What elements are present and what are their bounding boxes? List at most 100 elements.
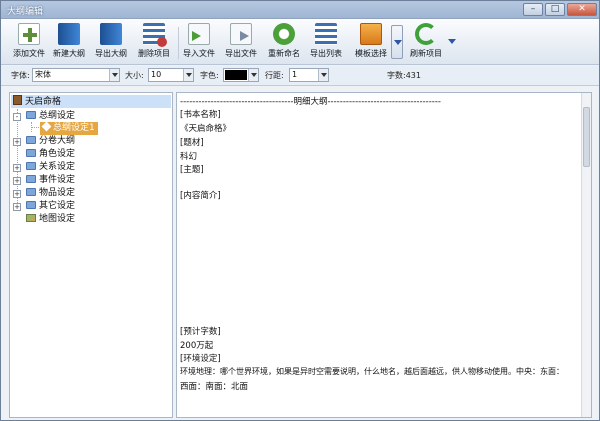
title-bar[interactable]: 大纲编辑 – □ ✕ — [1, 1, 599, 19]
refresh-icon — [415, 23, 437, 45]
refresh-dropdown-arrow[interactable] — [448, 39, 456, 44]
editor-line: [预计字数] — [180, 327, 221, 337]
folder-icon — [26, 188, 36, 196]
template-select-label: 模板选择 — [355, 49, 387, 58]
tree-expander[interactable]: + — [13, 138, 21, 146]
format-bar: 字体: 宋体 大小: 10 字色: 行距: 1 字数:431 — [1, 66, 599, 86]
export-list-label: 导出列表 — [310, 49, 342, 58]
spacing-value: 1 — [292, 70, 298, 79]
chevron-down-icon — [109, 69, 119, 81]
chevron-down-icon — [248, 69, 258, 81]
tree-expander[interactable]: + — [13, 190, 21, 198]
editor-line: 科幻 — [180, 152, 198, 162]
folder-icon — [26, 111, 36, 119]
folder-icon — [26, 162, 36, 170]
tree-item-label: 总纲设定1 — [53, 123, 95, 133]
export-file-button[interactable]: 导出文件 — [223, 22, 259, 62]
app-window: 大纲编辑 – □ ✕ 添加文件 新建大纲 导出大纲 删除项目 导入文件 导出文件 — [0, 0, 600, 421]
add-file-icon — [18, 23, 40, 45]
new-outline-button[interactable]: 新建大纲 — [51, 22, 87, 62]
map-icon — [26, 214, 36, 222]
rename-button[interactable]: 重新命名 — [266, 22, 302, 62]
outline-editor[interactable]: -------------------------------------明细大… — [176, 92, 592, 418]
color-swatch — [225, 70, 247, 80]
window-title: 大纲编辑 — [7, 7, 44, 17]
import-file-button[interactable]: 导入文件 — [181, 22, 217, 62]
tree-item-label: 物品设定 — [39, 188, 76, 198]
folder-icon — [26, 136, 36, 144]
book-export-icon — [100, 23, 122, 45]
spacing-select[interactable]: 1 — [289, 68, 329, 82]
folder-icon — [26, 175, 36, 183]
tree-root[interactable]: 天启命格 — [11, 95, 171, 108]
close-button[interactable]: ✕ — [567, 3, 597, 16]
chevron-down-icon — [318, 69, 328, 81]
editor-line: [环境设定] — [180, 354, 221, 364]
toolbar-separator — [178, 27, 179, 59]
tree-item-label: 分卷大纲 — [39, 136, 76, 146]
tree-item-label: 总纲设定 — [39, 111, 76, 121]
tree-expander[interactable]: + — [13, 177, 21, 185]
editor-line: [题材] — [180, 138, 204, 148]
editor-line: [主题] — [180, 165, 204, 175]
rename-label: 重新命名 — [268, 49, 300, 58]
tree-item-outline-settings-1[interactable]: 总纲设定1 — [40, 121, 98, 135]
scrollbar-thumb[interactable] — [583, 107, 590, 167]
tree-expander[interactable]: + — [13, 164, 21, 172]
template-icon — [360, 23, 382, 45]
spacing-label: 行距: — [265, 71, 284, 80]
folder-icon — [26, 201, 36, 209]
tree-expander[interactable]: + — [13, 203, 21, 211]
size-value: 10 — [151, 70, 162, 79]
add-file-button[interactable]: 添加文件 — [11, 22, 47, 62]
size-select[interactable]: 10 — [148, 68, 194, 82]
editor-line: -------------------------------------明细大… — [180, 97, 441, 107]
delete-item-button[interactable]: 删除项目 — [136, 22, 172, 62]
tree-item-event-settings[interactable]: 事件设定 — [26, 174, 75, 187]
chevron-down-icon — [183, 69, 193, 81]
tree-item-label: 其它设定 — [39, 201, 76, 211]
import-file-icon — [188, 23, 210, 45]
tree-item-character-settings[interactable]: 角色设定 — [26, 148, 75, 161]
tree-item-label: 地图设定 — [39, 214, 76, 224]
tree-item-other-settings[interactable]: 其它设定 — [26, 200, 75, 213]
tree-item-label: 事件设定 — [39, 175, 76, 185]
size-label: 大小: — [125, 71, 144, 80]
tree-item-label: 关系设定 — [39, 162, 76, 172]
editor-line: [书本名称] — [180, 110, 221, 120]
toolbar: 添加文件 新建大纲 导出大纲 删除项目 导入文件 导出文件 重新命名 导出列表 … — [1, 19, 599, 65]
tree-root-label: 天启命格 — [25, 97, 62, 107]
refresh-button[interactable]: 刷新项目 — [408, 22, 444, 62]
new-outline-label: 新建大纲 — [53, 49, 85, 58]
book-icon — [13, 95, 22, 105]
editor-line: 西面：南面：北面 — [180, 382, 249, 392]
tree-expander[interactable]: - — [13, 113, 21, 121]
editor-line: 环境地理：哪个世界环境，如果是异时空需要说明，什么地名，越后面越远，供人物移动使… — [180, 367, 564, 376]
font-select[interactable]: 宋体 — [32, 68, 120, 82]
editor-line: 200万起 — [180, 341, 214, 351]
pencil-icon — [41, 121, 52, 132]
color-label: 字色: — [200, 71, 219, 80]
vertical-scrollbar[interactable] — [581, 93, 591, 417]
tree-item-item-settings[interactable]: 物品设定 — [26, 187, 75, 200]
color-select[interactable] — [223, 68, 259, 82]
template-select-button[interactable]: 模板选择 — [353, 22, 389, 62]
template-dropdown-button[interactable] — [391, 25, 403, 59]
list-export-icon — [315, 23, 337, 45]
editor-line: [内容简介] — [180, 191, 221, 201]
maximize-button[interactable]: □ — [545, 3, 565, 16]
export-list-button[interactable]: 导出列表 — [308, 22, 344, 62]
tree-item-map-settings[interactable]: 地图设定 — [26, 213, 75, 226]
font-label: 字体: — [11, 71, 30, 80]
export-outline-button[interactable]: 导出大纲 — [93, 22, 129, 62]
add-file-label: 添加文件 — [13, 49, 45, 58]
minimize-button[interactable]: – — [523, 3, 543, 16]
tree-item-label: 角色设定 — [39, 149, 76, 159]
tree-item-relation-settings[interactable]: 关系设定 — [26, 161, 75, 174]
book-icon — [58, 23, 80, 45]
editor-line: 《天启命格》 — [180, 124, 232, 134]
export-file-icon — [230, 23, 252, 45]
outline-tree: 天启命格 - 总纲设定 总纲设定1 + 分卷大纲 角色设定 + 关系设定 + 事… — [9, 92, 173, 418]
tree-item-volume-outline[interactable]: 分卷大纲 — [26, 135, 75, 148]
word-count: 字数:431 — [387, 71, 421, 80]
